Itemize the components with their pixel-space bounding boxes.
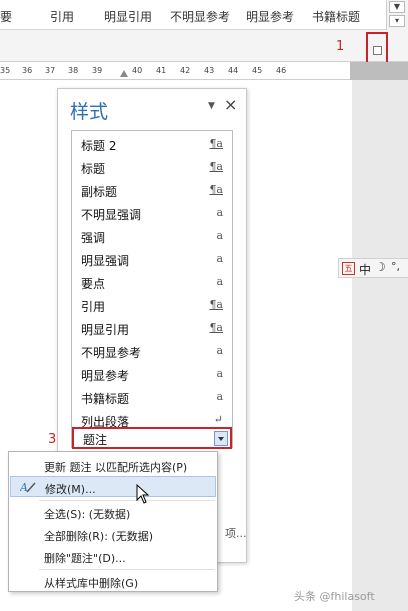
menu-item-remove-all[interactable]: 全部删除(R): (无数据) bbox=[10, 524, 216, 545]
svg-text:A: A bbox=[20, 481, 28, 494]
style-name: 书籍标题 bbox=[81, 392, 130, 406]
style-dropdown-button[interactable] bbox=[214, 431, 228, 446]
menu-item-label: 从样式库中删除(G) bbox=[44, 577, 139, 590]
ime-punct-mode[interactable]: °, bbox=[391, 260, 400, 273]
style-name: 不明显参考 bbox=[81, 346, 142, 360]
watermark: 头条 @fhilasoft bbox=[294, 590, 375, 603]
ruler-tick: 39 bbox=[92, 66, 103, 75]
style-name: 题注 bbox=[83, 433, 108, 447]
menu-separator bbox=[39, 569, 215, 570]
gallery-item-quote[interactable]: 引用 bbox=[50, 8, 74, 25]
style-item-strong[interactable]: 要点 a bbox=[72, 271, 232, 293]
style-type-icon: a bbox=[216, 367, 223, 380]
style-name: 明显强调 bbox=[81, 254, 130, 268]
style-name: 明显参考 bbox=[81, 369, 130, 383]
style-type-icon: ¶a bbox=[209, 321, 223, 334]
ruler-tick: 37 bbox=[45, 66, 56, 75]
ruler-margin-shade bbox=[350, 62, 408, 80]
pane-title: 样式 bbox=[70, 101, 109, 123]
annotation-number-3: 3 bbox=[48, 432, 57, 447]
style-type-icon: ¶a bbox=[209, 298, 223, 311]
style-list: 标题 2 ¶a 标题 ¶a 副标题 ¶a 不明显强调 a 强调 a 明显强调 a… bbox=[71, 130, 233, 449]
ruler-tick: 42 bbox=[180, 66, 191, 75]
style-name: 标题 bbox=[81, 162, 106, 176]
ruler-tick: 46 bbox=[276, 66, 287, 75]
style-type-icon: a bbox=[216, 206, 223, 219]
gallery-item-intense-quote[interactable]: 明显引用 bbox=[104, 8, 152, 25]
menu-item-update-to-match[interactable]: 更新 题注 以匹配所选内容(P) bbox=[10, 455, 216, 476]
close-icon[interactable]: × bbox=[224, 95, 237, 114]
menu-item-remove-from-gallery[interactable]: 从样式库中删除(G) bbox=[10, 571, 216, 592]
style-context-menu: 更新 题注 以匹配所选内容(P) A 修改(M)... 全选(S): (无数据)… bbox=[8, 451, 218, 592]
ime-chinese-mode[interactable]: 中 bbox=[359, 261, 371, 278]
gallery-scroll-down-button[interactable]: ▼ bbox=[389, 1, 405, 13]
ruler-tick: 36 bbox=[22, 66, 33, 75]
style-item-title[interactable]: 标题 ¶a bbox=[72, 156, 232, 178]
style-item-book-title[interactable]: 书籍标题 a bbox=[72, 386, 232, 408]
menu-item-modify[interactable]: A 修改(M)... bbox=[10, 476, 216, 497]
annotation-number-1: 1 bbox=[336, 39, 345, 54]
gallery-item-book-title[interactable]: 书籍标题 bbox=[312, 8, 360, 25]
style-type-icon: ¶a bbox=[209, 137, 223, 150]
style-item-subtle-reference[interactable]: 不明显参考 a bbox=[72, 340, 232, 362]
style-item-caption[interactable]: 题注 bbox=[72, 427, 232, 449]
style-type-icon: a bbox=[216, 344, 223, 357]
ribbon-group-footer bbox=[0, 30, 408, 62]
style-name: 标题 2 bbox=[81, 139, 117, 153]
menu-item-label: 更新 题注 以匹配所选内容(P) bbox=[44, 461, 188, 474]
ruler-tick: 43 bbox=[204, 66, 215, 75]
menu-item-label: 全部删除(R): (无数据) bbox=[44, 530, 154, 543]
style-type-icon: ↵ bbox=[213, 413, 223, 426]
style-name: 引用 bbox=[81, 300, 106, 314]
pane-bottom-link[interactable]: 项... bbox=[225, 525, 247, 541]
ruler-tick: 44 bbox=[228, 66, 239, 75]
gallery-more-button[interactable]: ▾ bbox=[389, 15, 405, 27]
style-item-heading2[interactable]: 标题 2 ¶a bbox=[72, 133, 232, 155]
style-type-icon: ¶a bbox=[209, 183, 223, 196]
gallery-item-intense-reference[interactable]: 明显参考 bbox=[246, 8, 294, 25]
gallery-scroll: ▼ ▾ bbox=[386, 0, 408, 30]
moon-icon[interactable]: ☽ bbox=[375, 260, 386, 274]
style-gallery: 要 引用 明显引用 不明显参考 明显参考 书籍标题 ▼ ▾ bbox=[0, 0, 408, 30]
ruler-tick: 41 bbox=[156, 66, 167, 75]
style-type-icon: a bbox=[216, 275, 223, 288]
menu-item-delete-style[interactable]: 删除"题注"(D)... bbox=[10, 546, 216, 567]
ruler-tick: 40 bbox=[132, 66, 143, 75]
gallery-item-subtle-reference[interactable]: 不明显参考 bbox=[170, 8, 230, 25]
style-type-icon: a bbox=[216, 252, 223, 265]
style-type-icon: a bbox=[216, 229, 223, 242]
dialog-launcher-icon bbox=[373, 46, 382, 55]
style-type-icon: ¶a bbox=[209, 160, 223, 173]
style-name: 副标题 bbox=[81, 185, 118, 199]
menu-item-label: 全选(S): (无数据) bbox=[44, 508, 131, 521]
style-item-intense-reference[interactable]: 明显参考 a bbox=[72, 363, 232, 385]
ruler-tick: 38 bbox=[68, 66, 79, 75]
indent-marker[interactable] bbox=[120, 70, 128, 77]
ruler-tick: 35 bbox=[0, 66, 11, 75]
ime-wubi-badge[interactable]: 五 bbox=[342, 262, 355, 275]
style-item-emphasis[interactable]: 强调 a bbox=[72, 225, 232, 247]
mouse-cursor-icon bbox=[136, 484, 150, 504]
style-item-quote[interactable]: 引用 ¶a bbox=[72, 294, 232, 316]
style-item-subtle-emphasis[interactable]: 不明显强调 a bbox=[72, 202, 232, 224]
style-name: 要点 bbox=[81, 277, 106, 291]
menu-item-label: 修改(M)... bbox=[45, 483, 96, 496]
style-item-intense-emphasis[interactable]: 明显强调 a bbox=[72, 248, 232, 270]
gallery-item-yao[interactable]: 要 bbox=[0, 8, 12, 25]
ime-toolbar: 五 中 ☽ °, bbox=[338, 258, 408, 278]
menu-separator bbox=[39, 500, 215, 501]
menu-item-select-all[interactable]: 全选(S): (无数据) bbox=[10, 502, 216, 523]
ruler-tick: 45 bbox=[252, 66, 263, 75]
menu-item-label: 删除"题注"(D)... bbox=[44, 552, 126, 565]
style-name: 强调 bbox=[81, 231, 106, 245]
style-name: 不明显强调 bbox=[81, 208, 142, 222]
pane-options-chevron-icon[interactable]: ▼ bbox=[208, 101, 215, 111]
style-item-subtitle[interactable]: 副标题 ¶a bbox=[72, 179, 232, 201]
style-name: 明显引用 bbox=[81, 323, 130, 337]
style-type-icon: a bbox=[216, 390, 223, 403]
style-item-intense-quote[interactable]: 明显引用 ¶a bbox=[72, 317, 232, 339]
horizontal-ruler[interactable]: 35 36 37 38 39 40 41 42 43 44 45 46 bbox=[0, 62, 408, 80]
modify-style-icon: A bbox=[20, 481, 36, 494]
